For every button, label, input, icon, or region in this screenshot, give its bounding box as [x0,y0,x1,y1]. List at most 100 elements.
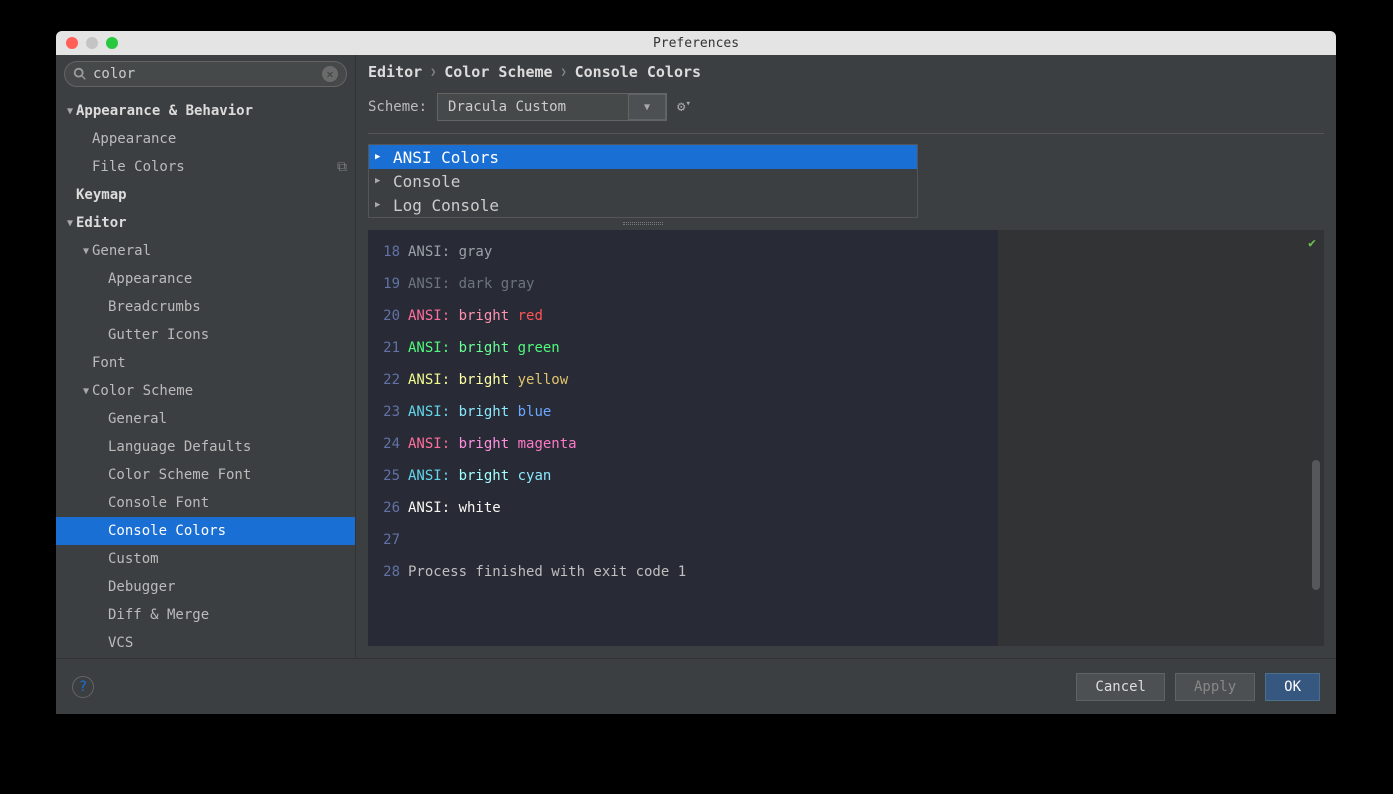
sidebar-item-label: Appearance & Behavior [76,103,253,119]
settings-tree: ▼Appearance & Behavior Appearance File Col… [56,93,355,658]
line-text: ANSI: gray [408,244,492,260]
category-row[interactable]: ▶ Console [369,169,917,193]
chevron-down-icon: ▼ [628,94,666,120]
line-number: 25 [368,468,408,484]
sidebar-item[interactable]: Debugger [56,573,355,601]
sidebar-item-label: Debugger [108,579,175,595]
sidebar-item-label: Color Scheme Font [108,467,251,483]
window-title: Preferences [56,36,1336,51]
help-button[interactable]: ? [72,676,94,698]
line-text: ANSI: dark gray [408,276,534,292]
line-text: ANSI: bright yellow [408,372,568,388]
search-field[interactable]: ✕ [64,61,347,87]
preview-line: 18ANSI: gray [368,236,998,268]
scheme-select[interactable]: Dracula Custom ▼ [437,93,667,121]
sidebar-item-label: Custom [108,551,159,567]
sidebar-item[interactable]: Keymap [56,181,355,209]
line-number: 27 [368,532,408,548]
sidebar-item-label: Appearance [108,271,192,287]
sidebar-item-label: Appearance [92,131,176,147]
preview-line: 24ANSI: bright magenta [368,428,998,460]
sidebar-item-label: File Colors [92,159,185,175]
line-number: 19 [368,276,408,292]
sidebar-item[interactable]: File Colors ⧉ [56,153,355,181]
preview-line: 22ANSI: bright yellow [368,364,998,396]
sidebar-item[interactable]: Appearance [56,125,355,153]
sidebar-item[interactable]: ▼Appearance & Behavior [56,97,355,125]
category-row[interactable]: ▶ Log Console [369,193,917,217]
titlebar: Preferences [56,31,1336,55]
main-panel: Editor ❯ Color Scheme ❯ Console Colors S… [356,55,1336,658]
breadcrumb-seg[interactable]: Color Scheme [444,63,552,81]
sidebar-item-label: Console Font [108,495,209,511]
preview-line: 23ANSI: bright blue [368,396,998,428]
sidebar-item[interactable]: Diff & Merge [56,601,355,629]
sidebar-item[interactable]: Language Defaults [56,433,355,461]
preview-line: 28Process finished with exit code 1 [368,556,998,588]
search-input[interactable] [93,66,316,82]
clear-search-button[interactable]: ✕ [322,66,338,82]
sidebar-item[interactable]: General [56,405,355,433]
category-label: Console [393,172,460,191]
sidebar-item[interactable]: ▼Editor [56,209,355,237]
dialog-footer: ? Cancel Apply OK [56,658,1336,714]
cancel-button[interactable]: Cancel [1076,673,1165,701]
scrollbar-thumb[interactable] [1312,460,1320,590]
triangle-right-icon: ▶ [375,152,385,162]
preview-line: 21ANSI: bright green [368,332,998,364]
sidebar-item-label: Font [92,355,126,371]
line-text: ANSI: bright blue [408,404,551,420]
line-number: 23 [368,404,408,420]
inspection-gutter: ✔ [998,230,1324,646]
sidebar-item[interactable]: ▼Color Scheme [56,377,355,405]
category-list: ▶ ANSI Colors ▶ Console ▶ Log Console [368,144,918,218]
breadcrumb-seg[interactable]: Editor [368,63,422,81]
sidebar-item-label: General [108,411,167,427]
search-icon [73,67,87,81]
line-text: ANSI: white [408,500,501,516]
sidebar-item-label: Keymap [76,187,127,203]
gear-icon[interactable]: ⚙▾ [677,99,691,115]
chevron-right-icon: ❯ [561,67,567,78]
sidebar-item[interactable]: ▼General [56,237,355,265]
settings-sidebar: ✕ ▼Appearance & Behavior Appearance File C… [56,55,356,658]
sidebar-item-label: General [92,243,151,259]
breadcrumb-seg: Console Colors [575,63,701,81]
preview-line: 25ANSI: bright cyan [368,460,998,492]
sidebar-item[interactable]: VCS [56,629,355,657]
apply-button[interactable]: Apply [1175,673,1255,701]
triangle-right-icon: ▶ [375,200,385,210]
preview-panel: 18ANSI: gray19ANSI: dark gray20ANSI: bri… [368,230,998,646]
sidebar-item-label: VCS [108,635,133,651]
sidebar-item[interactable]: Console Font [56,489,355,517]
ok-button[interactable]: OK [1265,673,1320,701]
sidebar-item[interactable]: Custom [56,545,355,573]
line-number: 20 [368,308,408,324]
splitter-handle[interactable] [368,218,918,228]
sidebar-item[interactable]: Color Scheme Font [56,461,355,489]
sidebar-item[interactable]: Gutter Icons [56,321,355,349]
sidebar-item-label: Diff & Merge [108,607,209,623]
category-label: Log Console [393,196,499,215]
chevron-right-icon: ❯ [430,67,436,78]
sidebar-item[interactable]: Font [56,349,355,377]
line-text: ANSI: bright green [408,340,560,356]
preview-line: 27 [368,524,998,556]
preview-line: 26ANSI: white [368,492,998,524]
line-number: 21 [368,340,408,356]
triangle-right-icon: ▶ [375,176,385,186]
category-label: ANSI Colors [393,148,499,167]
sidebar-item-label: Console Colors [108,523,226,539]
sidebar-item[interactable]: Console Colors [56,517,355,545]
category-row[interactable]: ▶ ANSI Colors [369,145,917,169]
sidebar-item-label: Gutter Icons [108,327,209,343]
sidebar-item[interactable]: Appearance [56,265,355,293]
line-text: Process finished with exit code 1 [408,564,686,580]
scheme-value: Dracula Custom [438,99,618,115]
line-number: 22 [368,372,408,388]
sidebar-item-label: Editor [76,215,127,231]
line-number: 26 [368,500,408,516]
project-badge-icon: ⧉ [337,159,347,175]
sidebar-item[interactable]: Breadcrumbs [56,293,355,321]
sidebar-item-label: Color Scheme [92,383,193,399]
